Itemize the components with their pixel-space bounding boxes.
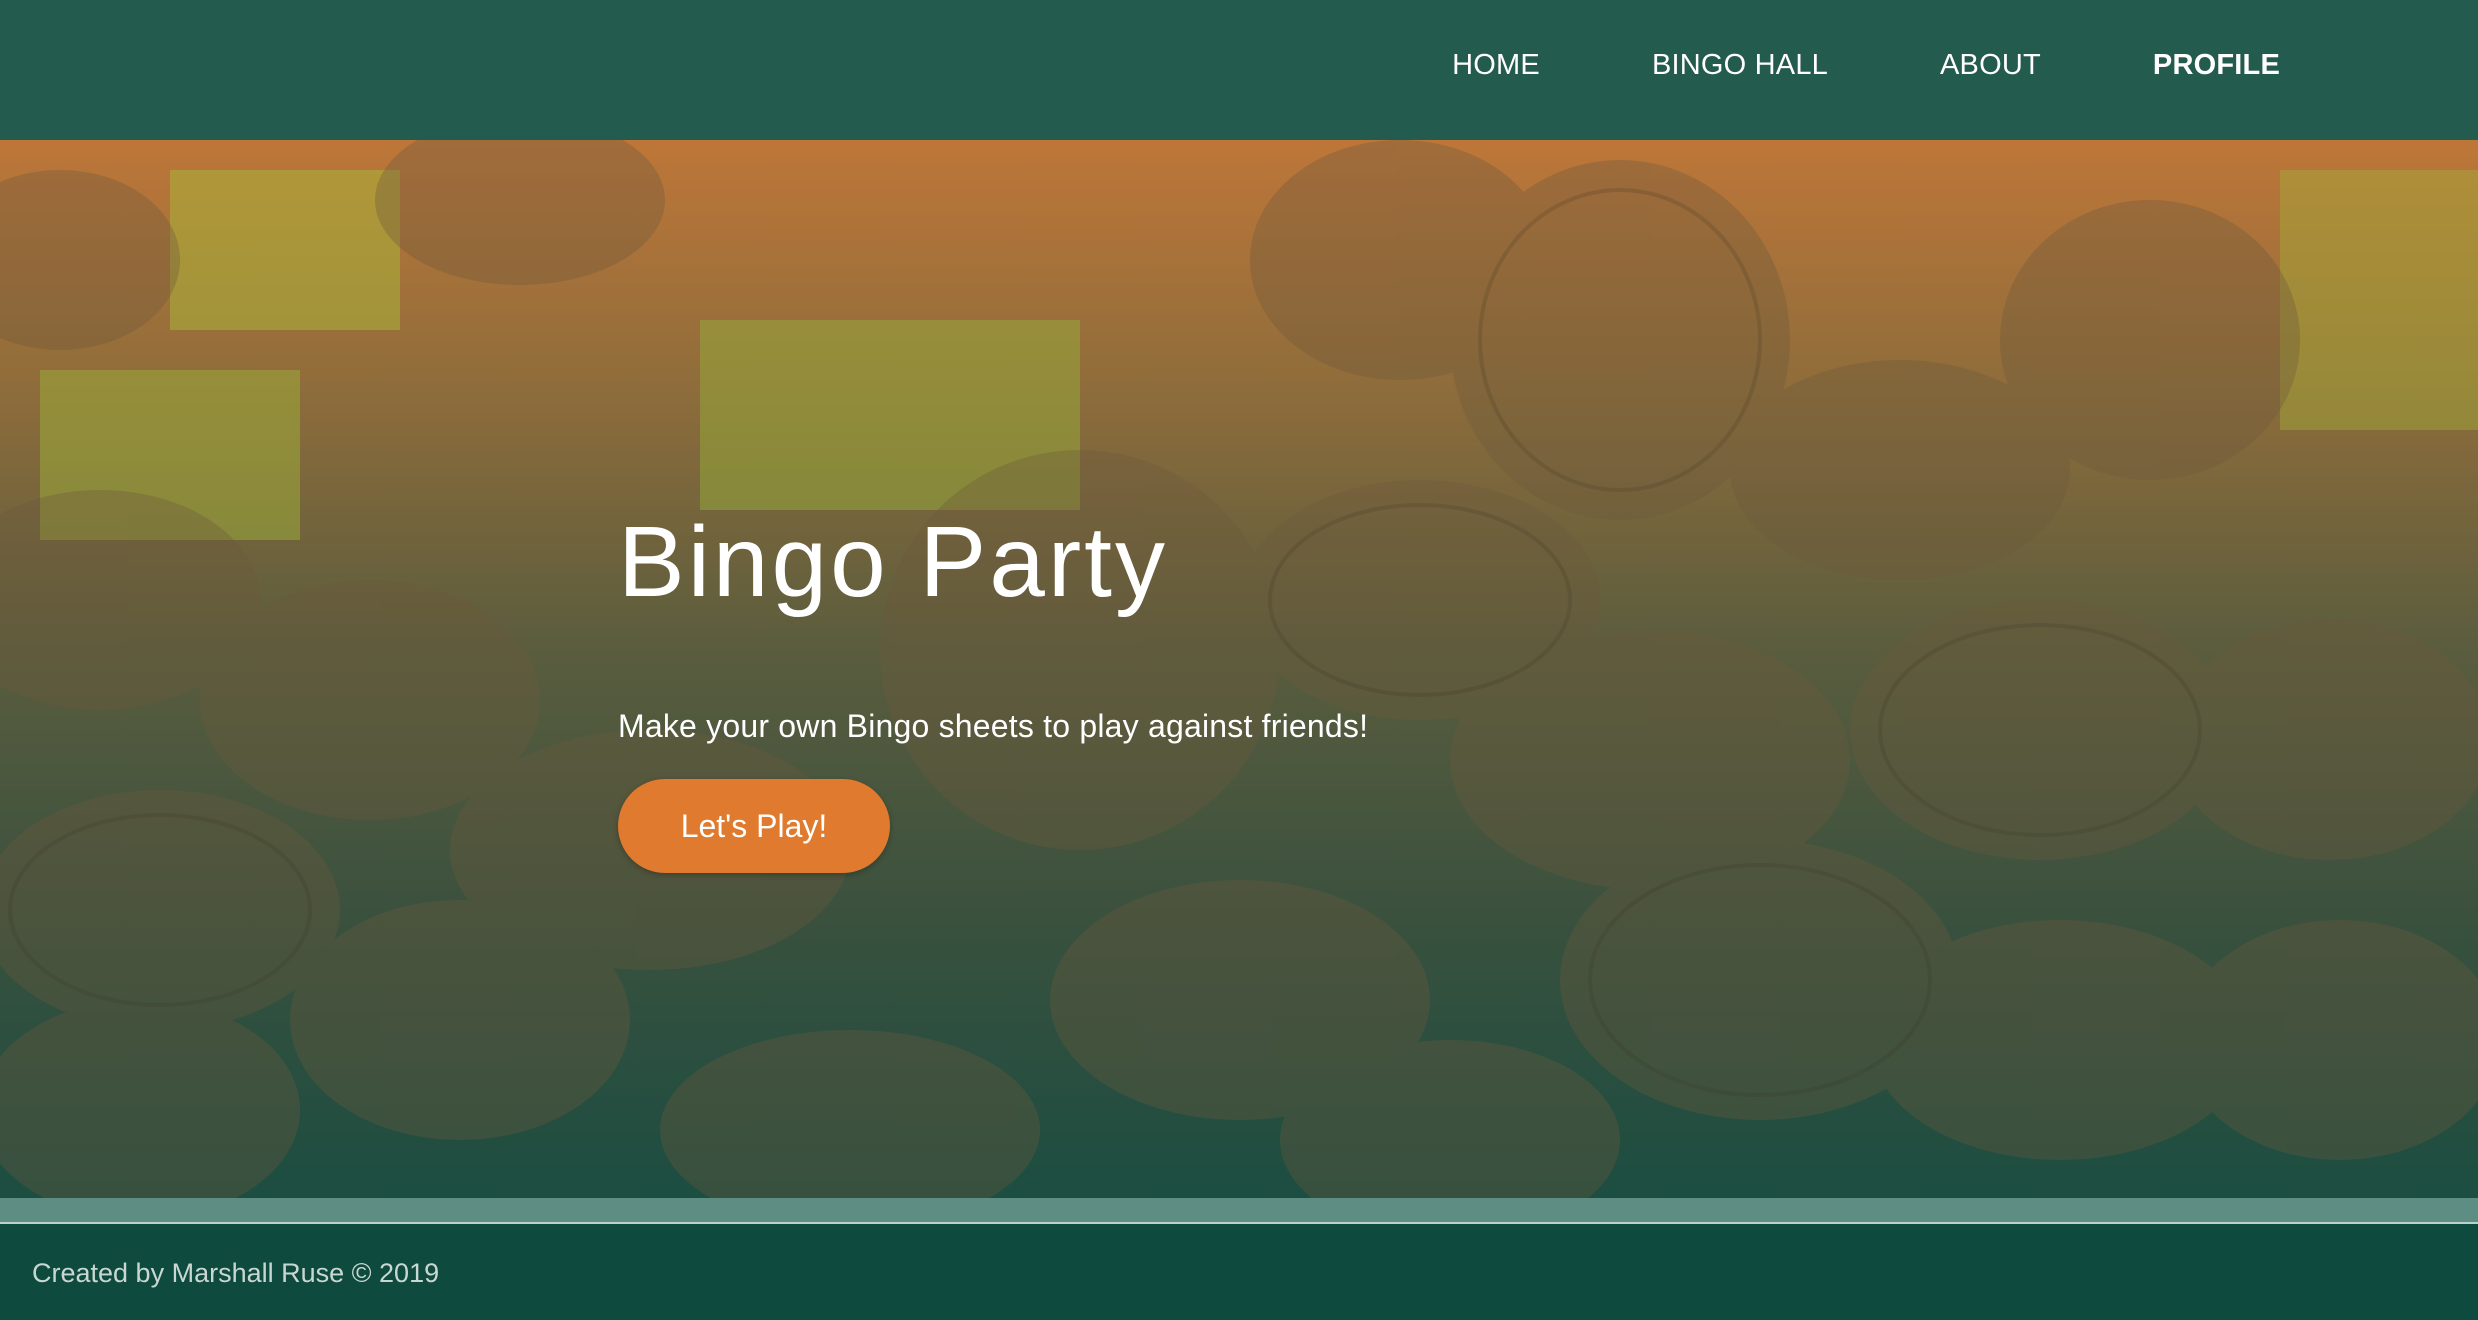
footer-credit: Created by Marshall Ruse © 2019 xyxy=(32,1258,440,1288)
hero-section: Bingo Party Make your own Bingo sheets t… xyxy=(0,140,2478,1198)
nav-bingo-hall-link[interactable]: BINGO HALL xyxy=(1652,49,1828,82)
hero-title: Bingo Party xyxy=(618,506,1168,618)
divider-band xyxy=(0,1198,2478,1224)
hero-subtitle: Make your own Bingo sheets to play again… xyxy=(618,708,1369,744)
hero-content: Bingo Party Make your own Bingo sheets t… xyxy=(618,512,1368,873)
nav-about-link[interactable]: ABOUT xyxy=(1940,49,2041,82)
nav-links: HOME BINGO HALL ABOUT PROFILE xyxy=(1340,0,2280,130)
nav-profile-link[interactable]: PROFILE xyxy=(2153,49,2280,82)
navbar: HOME BINGO HALL ABOUT PROFILE xyxy=(0,0,2478,140)
lets-play-button[interactable]: Let's Play! xyxy=(618,779,890,873)
footer: Created by Marshall Ruse © 2019 xyxy=(0,1224,2478,1320)
nav-home-link[interactable]: HOME xyxy=(1452,49,1540,82)
